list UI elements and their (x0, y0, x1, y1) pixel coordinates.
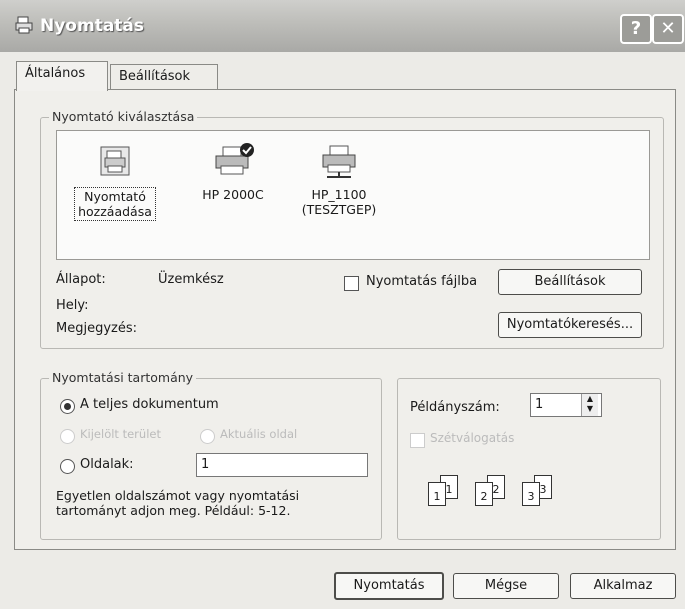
collate-page-number: 1 (445, 483, 453, 496)
title-bar[interactable]: Nyomtatás ? ✕ (0, 0, 685, 52)
print-range-group-label: Nyomtatási tartomány (49, 370, 197, 385)
window-title: Nyomtatás (40, 16, 145, 36)
help-button[interactable]: ? (620, 14, 652, 44)
collate-page-number: 1 (433, 490, 441, 503)
collate-page: 2 (475, 482, 493, 506)
status-value: Üzemkész (158, 272, 224, 287)
pages-input[interactable]: 1 (196, 453, 368, 477)
copies-spinner[interactable]: ▲ ▼ (581, 394, 598, 416)
status-label: Állapot: (56, 272, 106, 287)
collate-page: 1 (428, 482, 446, 506)
collate-label[interactable]: Szétválogatás (430, 431, 514, 445)
spin-down-icon: ▼ (586, 404, 594, 413)
printer-icon (15, 16, 33, 34)
help-icon: ? (630, 18, 642, 39)
radio-all-document-label[interactable]: A teljes dokumentum (80, 397, 219, 412)
printer-item-hp1100[interactable]: HP_1100 (TESZTGEP) (287, 141, 391, 217)
collate-page: 3 (522, 482, 540, 506)
radio-all-document[interactable] (60, 399, 75, 414)
cancel-button[interactable]: Mégse (453, 573, 559, 599)
collate-page-number: 3 (539, 483, 547, 496)
radio-selection[interactable] (60, 429, 75, 444)
printer-item-hp1100-line2: (TESZTGEP) (301, 202, 377, 217)
radio-selection-label[interactable]: Kijelölt terület (80, 427, 161, 441)
radio-current-page[interactable] (200, 429, 215, 444)
printer-item-add-line2: hozzáadása (78, 204, 152, 219)
cancel-button-label: Mégse (484, 578, 528, 593)
print-button-label: Nyomtatás (353, 578, 425, 593)
print-to-file-label[interactable]: Nyomtatás fájlba (366, 274, 477, 289)
collate-page-number: 2 (480, 490, 488, 503)
printer-list: Nyomtató hozzáadása HP 2000C HP_1100 (TE… (56, 130, 650, 260)
apply-button[interactable]: Alkalmaz (570, 573, 676, 599)
radio-current-page-label[interactable]: Aktuális oldal (220, 427, 297, 441)
add-printer-icon (100, 146, 130, 176)
collate-page-number: 3 (527, 490, 535, 503)
collate-page-number: 2 (492, 483, 500, 496)
printer-item-add[interactable]: Nyomtató hozzáadása (69, 141, 161, 221)
close-icon: ✕ (660, 18, 676, 39)
location-label: Hely: (56, 298, 89, 313)
printer-default-icon (215, 143, 254, 175)
spin-up-icon: ▲ (586, 394, 594, 403)
tab-settings[interactable]: Beállítások (110, 64, 218, 89)
radio-pages-label[interactable]: Oldalak: (80, 457, 134, 472)
network-printer-icon (322, 145, 356, 178)
print-to-file-checkbox[interactable] (344, 276, 359, 291)
printer-select-group-label: Nyomtató kiválasztása (49, 109, 198, 124)
copies-label: Példányszám: (410, 400, 500, 415)
apply-button-label: Alkalmaz (593, 578, 653, 593)
printer-item-hp1100-line1: HP_1100 (311, 187, 367, 202)
settings-button[interactable]: Beállítások (498, 269, 642, 295)
settings-button-label: Beállítások (534, 274, 606, 289)
close-button[interactable]: ✕ (652, 14, 684, 44)
radio-pages[interactable] (60, 459, 75, 474)
find-printer-button[interactable]: Nyomtatókeresés... (498, 312, 642, 338)
range-hint: Egyetlen oldalszámot vagy nyomtatási tar… (56, 488, 300, 518)
tab-general[interactable]: Általános (16, 61, 108, 91)
copies-value: 1 (535, 397, 544, 412)
printer-item-add-line1: Nyomtató (84, 189, 146, 204)
printer-item-hp2000c[interactable]: HP 2000C (187, 141, 279, 202)
collate-checkbox[interactable] (410, 433, 425, 448)
print-button[interactable]: Nyomtatás (334, 572, 444, 600)
comment-label: Megjegyzés: (56, 321, 137, 336)
find-printer-button-label: Nyomtatókeresés... (506, 317, 634, 332)
print-dialog: Nyomtatás ? ✕ Általános Beállítások Nyom… (0, 0, 685, 609)
printer-item-hp2000c-label: HP 2000C (202, 187, 264, 202)
